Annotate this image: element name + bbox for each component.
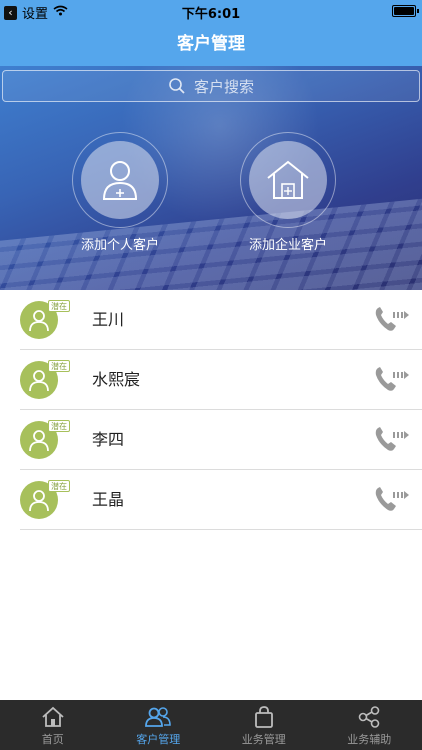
list-item[interactable]: 潜在 李四 xyxy=(20,410,422,470)
tab-customer-management[interactable]: 客户管理 xyxy=(106,700,212,750)
home-icon xyxy=(0,706,106,728)
search-icon xyxy=(168,77,186,95)
search-input[interactable]: 客户搜索 xyxy=(2,70,420,102)
phone-call-icon[interactable] xyxy=(374,304,410,334)
tab-bar: 首页 客户管理 业务管理 业务辅助 xyxy=(0,700,422,750)
status-badge: 潜在 xyxy=(48,480,70,492)
status-badge: 潜在 xyxy=(48,300,70,312)
customer-management-screen: ‹ 设置 下午6:01 客户管理 客户搜索 添加个人客户 添加企业客户 潜在 王… xyxy=(0,0,422,750)
page-title: 客户管理 xyxy=(0,22,422,66)
hero-banner: 客户搜索 添加个人客户 添加企业客户 xyxy=(0,66,422,290)
add-company-ring xyxy=(240,132,336,228)
tab-customer-management-label: 客户管理 xyxy=(136,733,181,746)
phone-call-icon[interactable] xyxy=(374,484,410,514)
add-company-customer-label: 添加企业客户 xyxy=(248,238,327,253)
share-nodes-icon xyxy=(317,706,422,728)
status-time: 下午6:01 xyxy=(181,7,241,22)
tab-business-management[interactable]: 业务管理 xyxy=(211,700,317,750)
list-item[interactable]: 潜在 王晶 xyxy=(20,470,422,530)
tab-business-assist-label: 业务辅助 xyxy=(347,733,392,746)
status-badge: 潜在 xyxy=(48,420,70,432)
customer-name: 王晶 xyxy=(92,490,125,509)
add-personal-ring xyxy=(72,132,168,228)
customer-name: 王川 xyxy=(92,310,125,329)
house-add-icon xyxy=(249,141,327,219)
tab-home[interactable]: 首页 xyxy=(0,700,106,750)
tab-business-management-label: 业务管理 xyxy=(241,733,286,746)
list-item[interactable]: 潜在 王川 xyxy=(20,290,422,350)
tab-home-label: 首页 xyxy=(41,733,64,746)
bag-icon xyxy=(211,706,317,728)
add-personal-customer-button[interactable]: 添加个人客户 xyxy=(60,132,180,253)
tab-business-assist[interactable]: 业务辅助 xyxy=(317,700,422,750)
battery-icon xyxy=(392,5,419,17)
phone-call-icon[interactable] xyxy=(374,364,410,394)
search-placeholder: 客户搜索 xyxy=(193,77,254,96)
status-badge: 潜在 xyxy=(48,360,70,372)
customer-name: 李四 xyxy=(92,430,125,449)
add-company-customer-button[interactable]: 添加企业客户 xyxy=(228,132,348,253)
phone-call-icon[interactable] xyxy=(374,424,410,454)
list-item[interactable]: 潜在 水熙宸 xyxy=(20,350,422,410)
person-add-icon xyxy=(81,141,159,219)
status-bar: ‹ 设置 下午6:01 xyxy=(0,0,422,22)
customer-list: 潜在 王川 潜在 水熙宸 潜在 李四 潜在 王晶 xyxy=(0,290,422,530)
customer-name: 水熙宸 xyxy=(92,370,141,389)
customers-icon xyxy=(106,706,212,728)
add-personal-customer-label: 添加个人客户 xyxy=(80,238,159,253)
